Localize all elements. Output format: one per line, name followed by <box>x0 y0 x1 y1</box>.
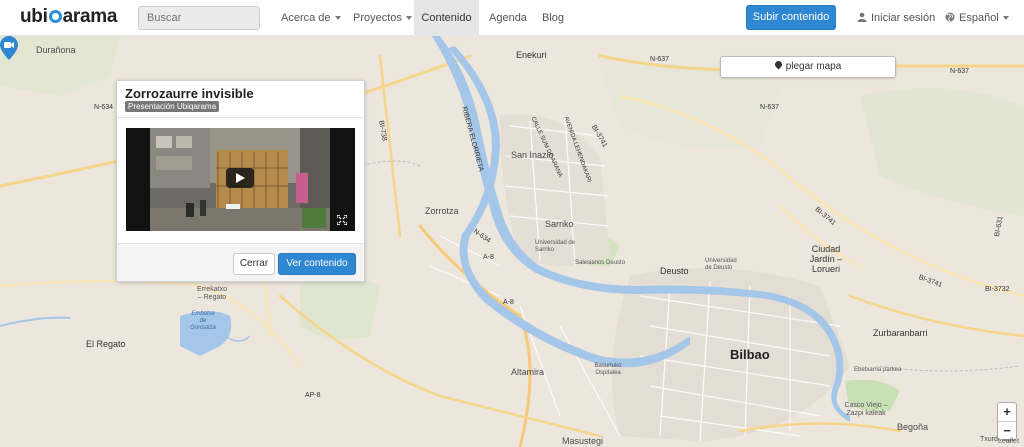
map-label-ap8: AP-8 <box>305 392 321 399</box>
zoom-control: + − <box>997 402 1017 440</box>
map-label-bi3732: BI-3732 <box>985 286 1010 293</box>
video-player[interactable] <box>126 128 355 231</box>
map-label-n637-a: N-637 <box>650 56 670 63</box>
map-label-bilbao: Bilbao <box>730 347 770 362</box>
logo-text-end: arama <box>62 6 118 27</box>
caret-down-icon <box>405 16 412 21</box>
map-label-a8-b: A-8 <box>503 299 514 306</box>
content-popup: Zorrozaurre invisible Presentación Ubiqa… <box>116 80 365 282</box>
map-label-deusto: Deusto <box>660 266 689 276</box>
map-label-embalse: Embalse de Gorostiza <box>190 311 216 331</box>
nav-item-label: Acerca de <box>281 12 331 24</box>
user-icon <box>857 12 867 22</box>
popup-title: Zorrozaurre invisible <box>125 86 254 101</box>
close-button[interactable]: Cerrar <box>233 253 275 275</box>
nav-item-label: Proyectos <box>353 12 402 24</box>
map-label-casco-viejo: Casco Viejo – Zazpi kaleak <box>844 402 888 417</box>
language-dropdown[interactable]: Español <box>945 0 1009 36</box>
zoom-in-button[interactable]: + <box>998 403 1016 421</box>
globe-icon <box>945 12 955 22</box>
map-label-salesianos: Salesianos Deusto <box>575 260 626 266</box>
map-label-enekuri: Enekuri <box>516 50 547 60</box>
caret-down-icon <box>334 16 341 21</box>
logo-q-icon <box>48 10 62 23</box>
collapse-map-button[interactable]: plegar mapa <box>720 56 896 78</box>
popup-footer: Cerrar Ver contenido <box>117 243 364 281</box>
popup-tag: Presentación Ubiqarama <box>125 101 220 112</box>
collapse-map-label: plegar mapa <box>785 61 842 72</box>
logo-text-start: ubi <box>20 6 48 27</box>
logo[interactable]: ubi arama <box>20 6 117 28</box>
login-label: Iniciar sesión <box>871 12 936 24</box>
nav-item-acerca[interactable]: Acerca de <box>281 0 341 36</box>
map-label-basurtuko: Basurtuko Ospitalea <box>594 363 622 376</box>
nav-item-agenda[interactable]: Agenda <box>489 0 527 36</box>
map-label-el-regato: El Regato <box>86 339 126 349</box>
map-label-begona: Begoña <box>897 422 929 432</box>
map-label-errekatxo: Errekatxo – Regato <box>197 286 227 301</box>
nav-item-blog[interactable]: Blog <box>542 0 564 36</box>
map-label-n634: N-634 <box>94 104 114 111</box>
language-label: Español <box>959 12 999 24</box>
nav-item-label: Agenda <box>489 12 527 24</box>
map-label-duranona: Durañona <box>36 45 76 55</box>
map-label-altamira: Altamira <box>511 367 545 377</box>
caret-down-icon <box>1002 16 1009 21</box>
map-label-ciudad-jardin: Ciudad Jardín – Lorueri <box>809 244 843 274</box>
popup-divider <box>117 117 364 118</box>
zoom-out-button[interactable]: − <box>998 421 1016 439</box>
map-label-a8-a: A-8 <box>483 254 494 261</box>
view-content-button[interactable]: Ver contenido <box>278 253 356 275</box>
nav-item-label: Blog <box>542 12 565 24</box>
map-label-n637-b: N-637 <box>760 104 780 111</box>
map-label-sarriko: Sarriko <box>545 219 574 229</box>
map-label-masustegi: Masustegi <box>562 436 604 446</box>
login-link[interactable]: Iniciar sesión <box>857 0 935 36</box>
top-navbar: ubi arama Acerca de Proyectos Contenido A… <box>0 0 1024 36</box>
upload-content-button[interactable]: Subir contenido <box>746 5 836 30</box>
nav-item-contenido[interactable]: Contenido <box>414 0 479 36</box>
nav-item-proyectos[interactable]: Proyectos <box>353 0 412 36</box>
map-attribution[interactable]: Leaflet <box>998 438 1019 445</box>
video-camera-icon[interactable] <box>0 36 18 60</box>
map-label-n637-c: N-637 <box>950 68 970 75</box>
fullscreen-icon[interactable] <box>337 215 347 225</box>
map-label-ebetxarria: Ebetxarria parkea <box>854 367 902 373</box>
map-marker-icon <box>773 59 784 70</box>
map-label-universidad-sarriko: Universidad de Sarriko <box>535 240 576 253</box>
search-input[interactable] <box>138 6 260 30</box>
nav-item-label: Contenido <box>421 12 472 24</box>
map-label-zurbaranbarri: Zurbaranbarri <box>873 328 928 338</box>
play-icon[interactable] <box>226 168 254 188</box>
map-label-zorrotza: Zorrotza <box>425 206 459 216</box>
map-label-universidad-deusto: Universidad de Deusto <box>705 258 737 271</box>
